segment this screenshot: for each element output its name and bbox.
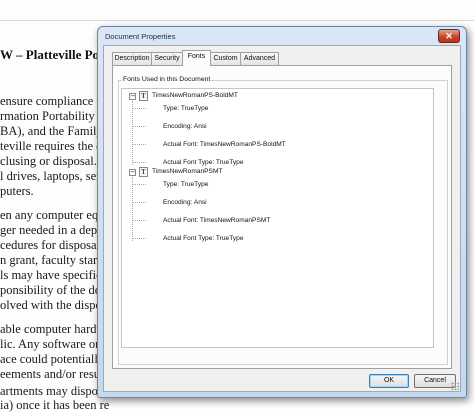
fonts-group-label: Fonts Used in this Document bbox=[122, 76, 212, 83]
tree-connector bbox=[132, 220, 146, 221]
document-text-line: able computer hardwa bbox=[0, 322, 112, 336]
document-text-line: teville requires the d bbox=[0, 139, 103, 153]
fonts-tree[interactable]: − T TimesNewRomanPS-BoldMT Type: TrueTyp… bbox=[121, 88, 434, 348]
font-actual-font: Actual Font: TimesNewRomanPSMT bbox=[163, 217, 271, 224]
truetype-font-icon: T bbox=[139, 167, 148, 177]
tree-connector bbox=[132, 144, 146, 145]
collapse-icon[interactable]: − bbox=[129, 169, 136, 176]
font-name[interactable]: TimesNewRomanPS-BoldMT bbox=[152, 92, 238, 99]
tree-connector bbox=[132, 184, 146, 185]
tree-connector bbox=[132, 108, 146, 109]
tab-custom[interactable]: Custom bbox=[210, 52, 241, 65]
tab-advanced[interactable]: Advanced bbox=[240, 52, 279, 65]
ok-button[interactable]: OK bbox=[369, 374, 409, 388]
tree-connector bbox=[132, 126, 146, 127]
font-actual-font-type: Actual Font Type: TrueType bbox=[163, 159, 244, 166]
tree-connector bbox=[132, 202, 146, 203]
font-name[interactable]: TimesNewRomanPSMT bbox=[152, 168, 222, 175]
close-button[interactable]: ✕ bbox=[438, 29, 460, 43]
document-text-line: l drives, laptops, serve bbox=[0, 169, 113, 183]
tree-connector bbox=[132, 238, 146, 239]
close-icon: ✕ bbox=[445, 31, 453, 41]
font-actual-font-type: Actual Font Type: TrueType bbox=[163, 235, 244, 242]
font-encoding: Encoding: Ansi bbox=[163, 123, 207, 130]
font-encoding: Encoding: Ansi bbox=[163, 199, 207, 206]
document-text-line: rmation Portability an bbox=[0, 109, 110, 123]
font-type: Type: TrueType bbox=[163, 105, 209, 112]
tree-connector bbox=[132, 162, 146, 163]
tab-security[interactable]: Security bbox=[151, 52, 183, 65]
tree-connector bbox=[132, 177, 133, 241]
document-properties-dialog: Document Properties ✕ Description Securi… bbox=[97, 26, 467, 398]
collapse-icon[interactable]: − bbox=[129, 93, 136, 100]
document-text-line: ia) once it has been re bbox=[0, 398, 110, 412]
font-type: Type: TrueType bbox=[163, 181, 209, 188]
font-actual-font: Actual Font: TimesNewRomanPS-BoldMT bbox=[163, 141, 286, 148]
document-divider bbox=[0, 20, 474, 21]
document-text-line: puters. bbox=[0, 184, 34, 198]
tab-description[interactable]: Description bbox=[112, 52, 152, 65]
dialog-title: Document Properties bbox=[105, 32, 176, 41]
tab-fonts[interactable]: Fonts bbox=[182, 50, 211, 66]
resize-grip[interactable] bbox=[451, 382, 459, 390]
document-text-line: ensure compliance wit bbox=[0, 94, 113, 108]
cancel-button[interactable]: Cancel bbox=[414, 374, 456, 388]
document-text-line: artments may dispose bbox=[0, 384, 109, 398]
document-heading: W – Platteville Po bbox=[0, 47, 100, 62]
tree-connector bbox=[132, 101, 133, 165]
truetype-font-icon: T bbox=[139, 91, 148, 101]
dialog-client-area: Description Security Fonts Custom Advanc… bbox=[103, 45, 461, 392]
